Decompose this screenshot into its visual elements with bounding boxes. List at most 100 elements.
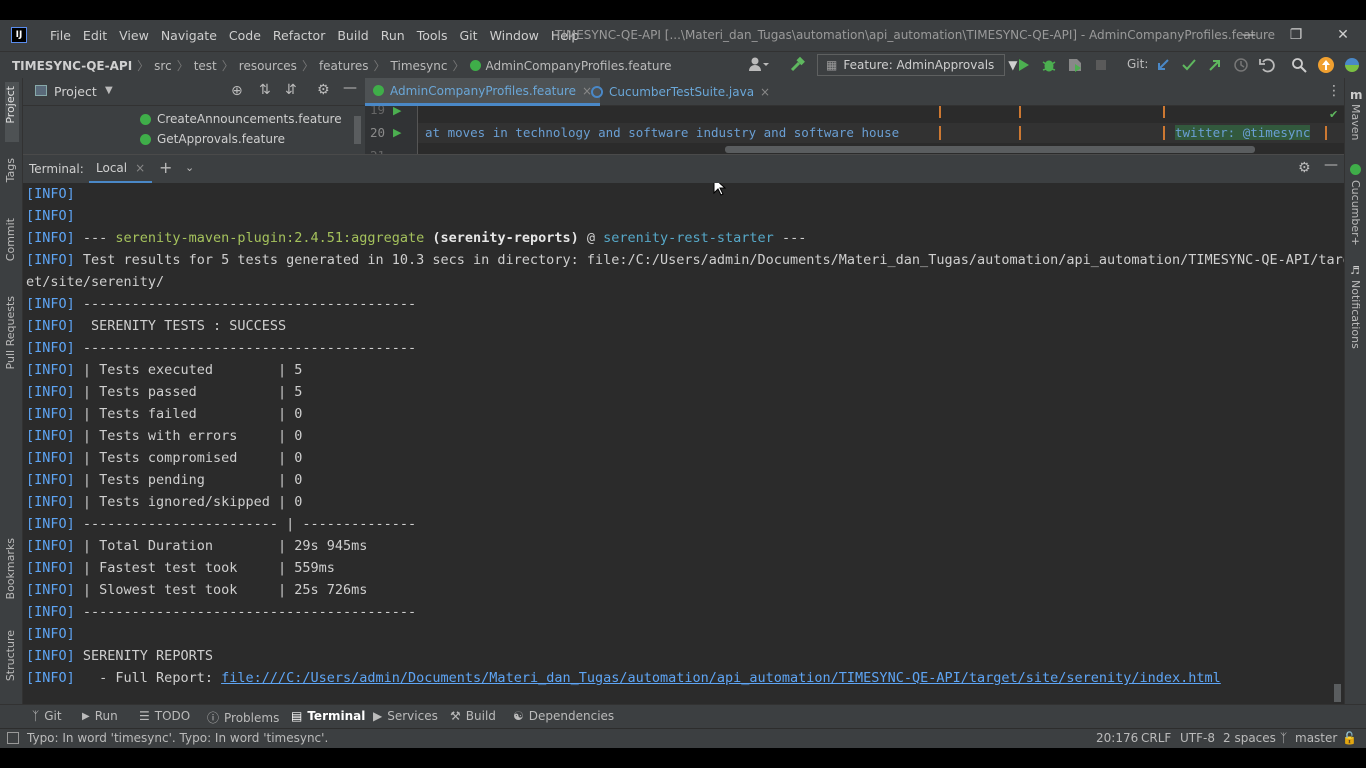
run-icon[interactable]: [1014, 56, 1032, 74]
terminal-line: [INFO] Test results for 5 tests generate…: [26, 252, 1344, 268]
menu-navigate[interactable]: Navigate: [155, 28, 223, 43]
git-tool-button[interactable]: ᛉ Git: [32, 709, 62, 723]
tree-item-create-announcements[interactable]: CreateAnnouncements.feature: [140, 112, 342, 126]
maven-tool-button[interactable]: Maven: [1349, 104, 1362, 140]
rollback-icon[interactable]: [1258, 56, 1276, 74]
menu-file[interactable]: File: [44, 28, 77, 43]
tree-scrollbar[interactable]: [354, 116, 361, 144]
new-tab-icon[interactable]: +: [159, 158, 172, 177]
tree-item-get-approvals[interactable]: GetApprovals.feature: [140, 132, 285, 146]
navigation-bar: TIMESYNC-QE-API 〉 src 〉 test 〉 resources 〉 f…: [0, 51, 1366, 78]
git-update-icon[interactable]: [1154, 56, 1172, 74]
notifications-tool-button[interactable]: Notifications: [1349, 280, 1362, 349]
todo-tool-button[interactable]: ☰ TODO: [139, 709, 190, 723]
commit-tool-button[interactable]: Commit: [4, 218, 17, 261]
breadcrumb-test[interactable]: test: [194, 59, 217, 73]
git-label: Git:: [1127, 57, 1149, 71]
menu-window[interactable]: Window: [484, 28, 545, 43]
menu-refactor[interactable]: Refactor: [267, 28, 331, 43]
git-push-icon[interactable]: [1206, 56, 1224, 74]
close-icon[interactable]: ✕: [1333, 25, 1353, 45]
user-icon[interactable]: [748, 56, 769, 74]
problems-tool-button[interactable]: ⓘ Problems: [207, 709, 279, 726]
terminal-output[interactable]: [INFO] [INFO] [INFO] --- serenity-maven-…: [23, 183, 1344, 704]
structure-tool-button[interactable]: Structure: [4, 630, 17, 681]
more-tabs-icon[interactable]: ⋮: [1327, 83, 1341, 99]
hide-panel-icon[interactable]: —: [343, 80, 357, 96]
build-tool-button[interactable]: ⚒ Build: [450, 709, 496, 723]
git-branch[interactable]: master: [1295, 731, 1337, 745]
close-tab-icon[interactable]: ×: [760, 85, 770, 99]
close-tab-icon[interactable]: ×: [135, 161, 145, 175]
menu-edit[interactable]: Edit: [77, 28, 113, 43]
maven-icon: m: [1350, 88, 1363, 102]
breadcrumb-file[interactable]: AdminCompanyProfiles.feature: [486, 59, 672, 73]
inspection-ok-icon[interactable]: ✔: [1329, 108, 1338, 121]
breadcrumb-src[interactable]: src: [154, 59, 172, 73]
plugin-logo-icon[interactable]: [1343, 56, 1361, 74]
menu-code[interactable]: Code: [223, 28, 267, 43]
services-tool-button[interactable]: ▶ Services: [373, 709, 438, 723]
dependencies-tool-button[interactable]: ☯ Dependencies: [513, 709, 614, 723]
chevron-down-icon[interactable]: ⌄: [185, 161, 194, 174]
report-link[interactable]: file:///C:/Users/admin/Documents/Materi_…: [221, 670, 1221, 686]
menu-build[interactable]: Build: [331, 28, 374, 43]
update-icon[interactable]: [1317, 56, 1335, 74]
tab-cucumber-test-suite[interactable]: CucumberTestSuite.java ×: [583, 78, 778, 106]
toggle-panels-icon[interactable]: [7, 732, 19, 744]
file-encoding[interactable]: UTF-8: [1180, 731, 1215, 745]
history-icon[interactable]: [1232, 56, 1250, 74]
gear-icon[interactable]: ⚙: [317, 82, 330, 98]
menu-git[interactable]: Git: [454, 28, 484, 43]
horizontal-scrollbar[interactable]: [725, 146, 1255, 153]
line-separator[interactable]: CRLF: [1141, 731, 1171, 745]
lock-icon[interactable]: 🔓: [1342, 731, 1357, 745]
tree-item-label: CreateAnnouncements.feature: [157, 112, 342, 126]
terminal-line: [INFO] | Slowest test took | 25s 726ms: [26, 582, 368, 598]
collapse-all-icon[interactable]: ⇵: [285, 82, 297, 98]
run-gutter-icon[interactable]: ▶: [393, 106, 401, 117]
pull-requests-tool-button[interactable]: Pull Requests: [4, 296, 17, 369]
search-icon[interactable]: [1290, 56, 1308, 74]
status-message[interactable]: Typo: In word 'timesync'. Typo: In word …: [27, 731, 328, 745]
restore-icon[interactable]: ❐: [1286, 25, 1306, 45]
terminal-line: [INFO] | Tests ignored/skipped | 0: [26, 494, 303, 510]
terminal-icon: ▤: [291, 709, 303, 723]
terminal-scrollbar[interactable]: [1334, 684, 1341, 702]
tags-tool-button[interactable]: Tags: [4, 158, 17, 182]
menu-run[interactable]: Run: [375, 28, 411, 43]
tab-admin-company-profiles[interactable]: AdminCompanyProfiles.feature ×: [365, 78, 601, 106]
debug-icon[interactable]: [1040, 56, 1058, 74]
gear-icon[interactable]: ⚙: [1298, 160, 1311, 176]
locate-icon[interactable]: ⊕: [231, 83, 243, 99]
project-tool-button[interactable]: Project: [4, 86, 17, 124]
cucumber-tool-button[interactable]: Cucumber+: [1349, 180, 1362, 246]
breadcrumb-features[interactable]: features: [319, 59, 369, 73]
expand-all-icon[interactable]: ⇅: [259, 82, 271, 98]
run-configuration-select[interactable]: ▦ Feature: AdminApprovals ▼: [817, 54, 1018, 76]
breadcrumb-resources[interactable]: resources: [239, 59, 297, 73]
breadcrumb-project[interactable]: TIMESYNC-QE-API: [12, 59, 132, 73]
run-gutter-icon[interactable]: ▶: [393, 126, 401, 139]
terminal-line: [INFO] --- serenity-maven-plugin:2.4.51:…: [26, 230, 807, 246]
build-hammer-icon[interactable]: [788, 56, 806, 74]
indent-setting[interactable]: 2 spaces: [1223, 731, 1276, 745]
code-editor[interactable]: 19 20 21 ▶ ▶ at moves in technology and …: [365, 106, 1344, 154]
project-panel-title[interactable]: Project: [54, 84, 97, 99]
hide-panel-icon[interactable]: —: [1324, 157, 1338, 173]
cursor-position[interactable]: 20:176: [1096, 731, 1138, 745]
run-tool-button[interactable]: ▶ Run: [82, 709, 118, 723]
terminal-tool-button[interactable]: ▤ Terminal: [291, 709, 365, 723]
project-view-chevron-icon[interactable]: ▼: [105, 85, 113, 96]
cucumber-file-icon: [469, 60, 481, 71]
menu-view[interactable]: View: [113, 28, 155, 43]
breadcrumb-timesync[interactable]: Timesync: [391, 59, 448, 73]
stop-icon[interactable]: [1092, 56, 1110, 74]
minimize-icon[interactable]: —: [1239, 25, 1259, 45]
menu-tools[interactable]: Tools: [411, 28, 454, 43]
info-icon: ⓘ: [207, 711, 220, 725]
bookmarks-tool-button[interactable]: Bookmarks: [4, 538, 17, 599]
terminal-tab-local[interactable]: Local ×: [89, 155, 153, 184]
coverage-icon[interactable]: [1066, 56, 1084, 74]
git-commit-icon[interactable]: [1180, 56, 1198, 74]
